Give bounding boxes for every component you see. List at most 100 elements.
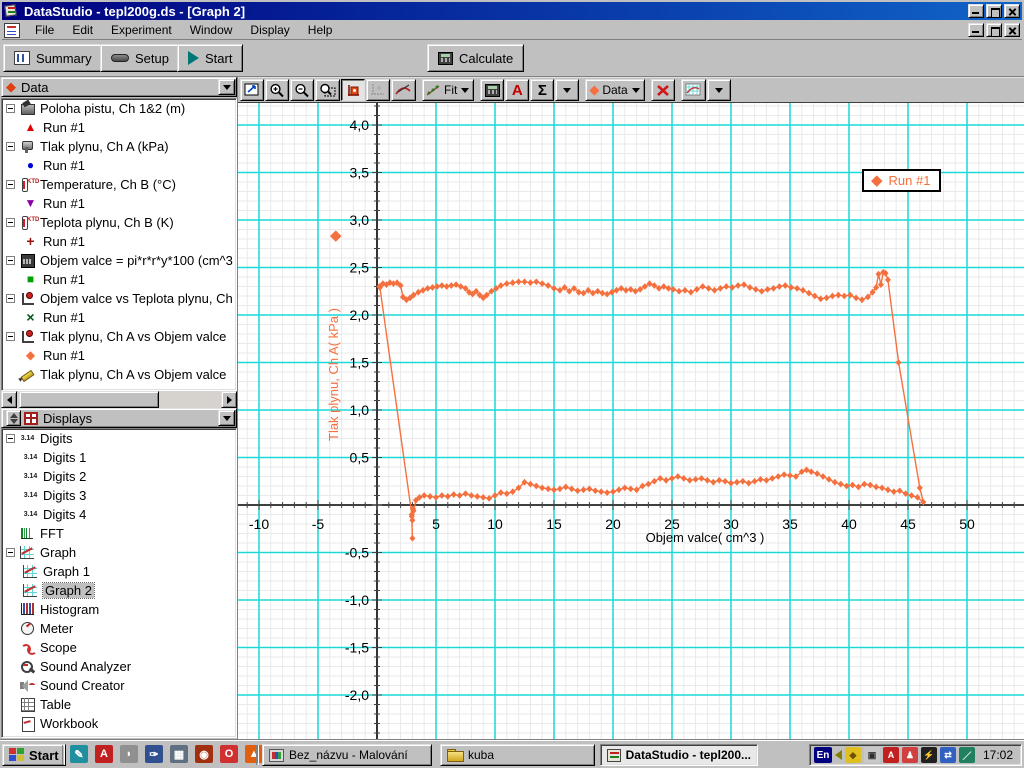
display-item-digits[interactable]: Digits — [2, 429, 236, 448]
language-indicator[interactable]: En — [813, 747, 832, 763]
data-run-item[interactable]: ■ Run #1 — [2, 270, 236, 289]
task-datastudio-button[interactable]: DataStudio - tepl200... — [600, 744, 758, 766]
quicklaunch-flame-icon[interactable]: ▲ — [245, 745, 263, 763]
tray-clock[interactable]: 17:02 — [983, 748, 1013, 762]
data-panel-header[interactable]: ◆ Data — [1, 77, 237, 97]
data-item-tlak-vs-objem[interactable]: Tlak plynu, Ch A vs Objem valce — [2, 327, 236, 346]
menu-window[interactable]: Window — [181, 21, 242, 39]
display-item-digits-4[interactable]: Digits 4 — [2, 505, 236, 524]
menu-experiment[interactable]: Experiment — [102, 21, 181, 39]
slope-tool-button[interactable] — [391, 79, 416, 101]
close-icon[interactable] — [1004, 4, 1020, 18]
display-item-workbook[interactable]: Workbook — [2, 714, 236, 733]
restore-icon[interactable] — [986, 4, 1002, 18]
child-document-icon[interactable] — [4, 22, 20, 38]
graph-settings-dropdown-button[interactable] — [706, 79, 731, 101]
x-axis-title[interactable]: Objem valce( cm^3 ) — [640, 530, 770, 545]
data-menu-button[interactable]: ◆ Data — [585, 79, 645, 101]
tray-lightning-icon[interactable]: ⚡ — [920, 747, 937, 763]
quicklaunch-calculator-icon[interactable]: ▦ — [170, 745, 188, 763]
tray-diamond-icon[interactable]: ◆ — [844, 747, 861, 763]
data-panel-dropdown-button[interactable] — [218, 79, 235, 95]
display-item-digits-1[interactable]: Digits 1 — [2, 448, 236, 467]
graph-settings-button[interactable] — [680, 79, 706, 101]
displays-panel-header[interactable]: Displays — [1, 408, 237, 428]
legend[interactable]: ◆ Run #1 — [862, 169, 942, 192]
xy-tool-button[interactable] — [366, 79, 390, 101]
menu-file[interactable]: File — [26, 21, 63, 39]
display-item-digits-2[interactable]: Digits 2 — [2, 467, 236, 486]
text-annotation-button[interactable]: A — [505, 79, 530, 101]
display-item-sound-creator[interactable]: Sound Creator — [2, 676, 236, 695]
data-run-item[interactable]: ▼ Run #1 — [2, 194, 236, 213]
menu-display[interactable]: Display — [241, 21, 298, 39]
collapse-toggle-icon[interactable] — [6, 180, 15, 189]
chart-plot-area[interactable]: -10 -5 5 10 15 20 25 30 35 40 45 504,03,53,02,52,01… — [238, 103, 1024, 740]
display-item-sound-analyzer[interactable]: Sound Analyzer — [2, 657, 236, 676]
display-item-fft[interactable]: FFT — [2, 524, 236, 543]
data-item-objem-vs-teplota[interactable]: Objem valce vs Teplota plynu, Ch — [2, 289, 236, 308]
zoom-out-button[interactable] — [290, 79, 314, 101]
data-run-item[interactable]: + Run #1 — [2, 232, 236, 251]
collapse-toggle-icon[interactable] — [6, 256, 15, 265]
start-button[interactable]: Start — [177, 44, 244, 72]
smart-tool-button[interactable] — [341, 79, 365, 101]
child-close-icon[interactable] — [1004, 23, 1020, 37]
task-folder-kuba-button[interactable]: kuba — [440, 744, 595, 766]
data-tree-horizontal-scrollbar[interactable] — [1, 391, 237, 408]
collapse-toggle-icon[interactable] — [6, 218, 15, 227]
data-item-tlak-vs-objem-2[interactable]: Tlak plynu, Ch A vs Objem valce — [2, 365, 236, 384]
tray-display-icon[interactable]: ▣ — [863, 747, 880, 763]
quicklaunch-opera-icon[interactable]: O — [220, 745, 238, 763]
display-item-table[interactable]: Table — [2, 695, 236, 714]
tray-pencil-icon[interactable]: ／ — [958, 747, 975, 763]
tray-agent-icon[interactable]: ♟ — [901, 747, 918, 763]
data-run-item[interactable]: ◆ Run #1 — [2, 346, 236, 365]
quicklaunch-notes-icon[interactable]: ✎ — [70, 745, 88, 763]
data-item-poloha-pistu[interactable]: Poloha pistu, Ch 1&2 (m) — [2, 99, 236, 118]
statistics-dropdown-button[interactable] — [555, 79, 580, 101]
child-minimize-icon[interactable] — [968, 23, 984, 37]
zoom-select-button[interactable] — [315, 79, 340, 101]
displays-panel-dropdown-button[interactable] — [218, 410, 235, 426]
start-menu-button[interactable]: Start — [2, 744, 66, 766]
collapse-toggle-icon[interactable] — [6, 332, 15, 341]
task-paint-button[interactable]: Bez_názvu - Malování — [262, 744, 432, 766]
scrollbar-thumb[interactable] — [19, 391, 159, 408]
collapse-toggle-icon[interactable] — [6, 434, 15, 443]
data-item-temperature[interactable]: Temperature, Ch B (°C) — [2, 175, 236, 194]
setup-button[interactable]: Setup — [100, 44, 180, 72]
quicklaunch-dragon-icon[interactable]: ◉ — [195, 745, 213, 763]
display-item-graph[interactable]: Graph — [2, 543, 236, 562]
y-axis-title[interactable]: Tlak plynu, Ch A( kPa ) — [326, 245, 342, 441]
calculate-button[interactable]: Calculate — [427, 44, 525, 72]
child-restore-icon[interactable] — [986, 23, 1002, 37]
tray-ati-icon[interactable]: A — [882, 747, 899, 763]
remove-button[interactable] — [650, 79, 675, 101]
display-item-histogram[interactable]: Histogram — [2, 600, 236, 619]
calculator-tool-button[interactable] — [480, 79, 505, 101]
quicklaunch-acrobat-icon[interactable]: A — [95, 745, 113, 763]
panel-splitter-handle[interactable] — [6, 410, 21, 426]
display-item-graph-1[interactable]: Graph 1 — [2, 562, 236, 581]
data-run-item[interactable]: × Run #1 — [2, 308, 236, 327]
fit-menu-button[interactable]: Fit — [422, 79, 475, 101]
data-item-tlak-plynu[interactable]: Tlak plynu, Ch A (kPa) — [2, 137, 236, 156]
display-item-graph-2-selected[interactable]: Graph 2 — [2, 581, 236, 600]
minimize-icon[interactable] — [968, 4, 984, 18]
data-item-teplota-plynu[interactable]: Teplota plynu, Ch B (K) — [2, 213, 236, 232]
scroll-right-button[interactable] — [221, 391, 237, 408]
statistics-button[interactable]: Σ — [530, 79, 555, 101]
collapse-toggle-icon[interactable] — [6, 142, 15, 151]
quicklaunch-bird-icon[interactable]: ◗ — [120, 745, 138, 763]
display-item-meter[interactable]: Meter — [2, 619, 236, 638]
scale-to-fit-button[interactable] — [240, 79, 264, 101]
summary-button[interactable]: Summary — [3, 44, 103, 72]
graph-pane[interactable]: -10 -5 5 10 15 20 25 30 35 40 45 50 4,0 3,5 3,0 2,5 2,0 1… — [238, 103, 1024, 740]
zoom-in-button[interactable] — [265, 79, 289, 101]
menu-edit[interactable]: Edit — [63, 21, 102, 39]
collapse-toggle-icon[interactable] — [6, 294, 15, 303]
display-item-digits-3[interactable]: Digits 3 — [2, 486, 236, 505]
menu-help[interactable]: Help — [299, 21, 342, 39]
scroll-left-button[interactable] — [1, 391, 17, 408]
